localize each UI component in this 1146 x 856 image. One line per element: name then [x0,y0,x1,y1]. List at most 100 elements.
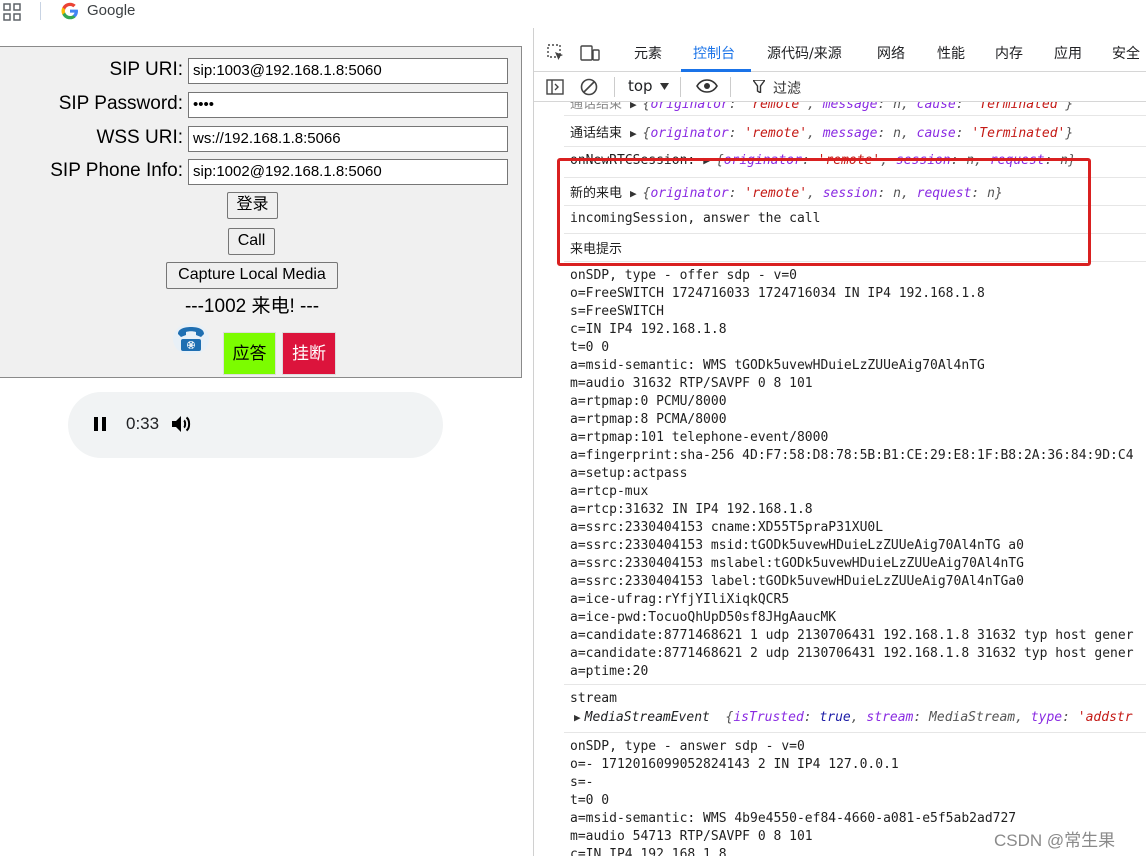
login-button[interactable]: 登录 [227,192,278,219]
sdp-line: t=0 0 [570,793,610,808]
sip-uri-row: SIP URI: sip:1003@192.168.1.8:5060 [0,58,519,86]
sdp-line: a=ssrc:2330404153 msid:tGODk5uvewHDuieLz… [570,538,1024,553]
context-selector[interactable]: top [628,77,653,95]
sdp-line: a=rtpmap:101 telephone-event/8000 [570,430,829,445]
capture-local-media-button[interactable]: Capture Local Media [166,262,338,289]
sdp-line: a=rtcp-mux [570,484,649,499]
sdp-line: onSDP, type - offer sdp - v=0 [570,268,797,283]
clear-console-icon[interactable] [580,78,598,96]
screenshot-root: Google SIP URI: sip:1003@192.168.1.8:506… [0,0,1146,856]
sdp-line: a=ptime:20 [570,664,649,679]
bookmark-google-label[interactable]: Google [87,2,135,19]
sip-uri-input[interactable]: sip:1003@192.168.1.8:5060 [188,58,508,84]
devtools-tab-bar: 元素 控制台 源代码/来源 网络 性能 内存 应用 安全 [534,36,1146,72]
sdp-line: a=msid-semantic: WMS 4b9e4550-ef84-4660-… [570,811,1017,826]
log-separator [564,115,1146,116]
google-logo-icon[interactable] [61,2,79,20]
log-row: ▶ MediaStreamEvent {isTrusted: true, stre… [574,710,1133,725]
live-expression-eye-icon[interactable] [696,79,718,93]
tab-elements[interactable]: 元素 [634,43,662,63]
wss-uri-label: WSS URI: [96,127,183,148]
sdp-line: a=ice-ufrag:rYfjYIliXiqkQCR5 [570,592,790,607]
sdp-line: o=- 1712016099052824143 2 IN IP4 127.0.0… [570,757,899,772]
context-dropdown-icon[interactable] [660,83,669,90]
log-row: 通话结束 ▶ {originator: 'remote', message: n, … [570,126,1074,141]
bookmark-separator [40,2,41,20]
sip-phone-info-row: SIP Phone Info: sip:1002@192.168.1.8:506… [0,159,519,187]
sdp-line: m=audio 31632 RTP/SAVPF 0 8 101 [570,376,813,391]
call-status-text: ---1002 来电! --- [184,296,320,317]
console-output: 通话结束 ▶ {originator: 'remote', message: n, … [534,102,1146,856]
filter-input[interactable]: 过滤 [773,78,801,98]
audio-time: 0:33 [126,414,160,433]
sdp-line: a=rtpmap:8 PCMA/8000 [570,412,727,427]
toolbar-divider-3 [730,77,731,97]
tab-performance[interactable]: 性能 [937,43,965,63]
bookmark-bar: Google [0,0,533,28]
toolbar-divider-2 [680,77,681,97]
sdp-line: t=0 0 [570,340,610,355]
wss-uri-input[interactable]: ws://192.168.1.8:5066 [188,126,508,152]
sip-phone-info-value: sip:1002@192.168.1.8:5060 [193,163,382,180]
sdp-line: a=setup:actpass [570,466,688,481]
sdp-line: a=ssrc:2330404153 cname:XD55T5praP31XU0L [570,520,884,535]
expand-triangle-icon[interactable]: ▶ [630,102,637,111]
log-separator [564,146,1146,147]
sidebar-toggle-icon[interactable] [546,78,564,96]
console-toolbar: top 过滤 [534,72,1146,102]
wss-uri-row: WSS URI: ws://192.168.1.8:5066 [0,126,519,154]
sdp-line: a=rtpmap:0 PCMU/8000 [570,394,727,409]
red-highlight-box [557,158,1091,266]
filter-icon [753,80,765,93]
log-separator [564,684,1146,685]
sip-uri-value: sip:1003@192.168.1.8:5060 [193,62,382,79]
wss-uri-value: ws://192.168.1.8:5066 [193,130,341,147]
log-label: 通话结束 [570,102,623,112]
volume-icon[interactable] [171,414,193,434]
devtools-panel: 元素 控制台 源代码/来源 网络 性能 内存 应用 安全 top 过滤 通话结束… [533,28,1146,856]
sip-password-value: •••• [193,96,215,113]
sip-password-input[interactable]: •••• [188,92,508,118]
sip-password-row: SIP Password: •••• [0,92,519,120]
tab-network[interactable]: 网络 [877,43,905,63]
sdp-line: c=IN IP4 192.168.1.8 [570,322,727,337]
device-toolbar-icon[interactable] [580,44,600,62]
tab-sources[interactable]: 源代码/来源 [767,43,842,63]
sip-phone-info-input[interactable]: sip:1002@192.168.1.8:5060 [188,159,508,185]
expand-triangle-icon[interactable]: ▶ [574,711,581,724]
sip-login-panel: SIP URI: sip:1003@192.168.1.8:5060 SIP P… [0,46,522,378]
call-button[interactable]: Call [228,228,275,255]
sdp-line: a=ice-pwd:TocuoQhUpD50sf8JHgAaucMK [570,610,837,625]
sip-password-label: SIP Password: [58,93,183,114]
sdp-line: o=FreeSWITCH 1724716033 1724716034 IN IP… [570,286,985,301]
sdp-line: s=- [570,775,594,790]
log-separator [564,732,1146,733]
media-stream-event-label: MediaStreamEvent [584,710,710,725]
log-label: 通话结束 [570,126,623,141]
tab-application[interactable]: 应用 [1054,43,1082,63]
inspect-element-icon[interactable] [547,44,565,62]
sip-phone-info-label: SIP Phone Info: [50,160,183,181]
pause-icon[interactable] [94,417,106,431]
apps-grid-icon[interactable] [3,3,21,21]
sdp-line: s=FreeSWITCH [570,304,664,319]
expand-triangle-icon[interactable]: ▶ [630,127,637,140]
csdn-watermark: CSDN @常生果 [994,831,1116,850]
audio-player: 0:33 [68,392,443,458]
sdp-line: a=ssrc:2330404153 mslabel:tGODk5uvewHDui… [570,556,1024,571]
sip-uri-label: SIP URI: [109,59,183,80]
sdp-line: onSDP, type - answer sdp - v=0 [570,739,805,754]
sdp-line: a=fingerprint:sha-256 4D:F7:58:D8:78:5B:… [570,448,1134,463]
tab-console[interactable]: 控制台 [693,43,735,63]
toolbar-divider [614,77,615,97]
sdp-line: a=msid-semantic: WMS tGODk5uvewHDuieLzZU… [570,358,985,373]
sdp-line: a=ssrc:2330404153 label:tGODk5uvewHDuieL… [570,574,1024,589]
tab-security[interactable]: 安全 [1112,43,1140,63]
answer-button[interactable]: 应答 [223,332,276,375]
tab-memory[interactable]: 内存 [995,43,1023,63]
sdp-line: a=candidate:8771468621 1 udp 2130706431 … [570,628,1134,643]
sdp-line: a=candidate:8771468621 2 udp 2130706431 … [570,646,1134,661]
telephone-icon [173,323,209,355]
hangup-button[interactable]: 挂断 [282,332,336,375]
sdp-line: a=rtcp:31632 IN IP4 192.168.1.8 [570,502,813,517]
